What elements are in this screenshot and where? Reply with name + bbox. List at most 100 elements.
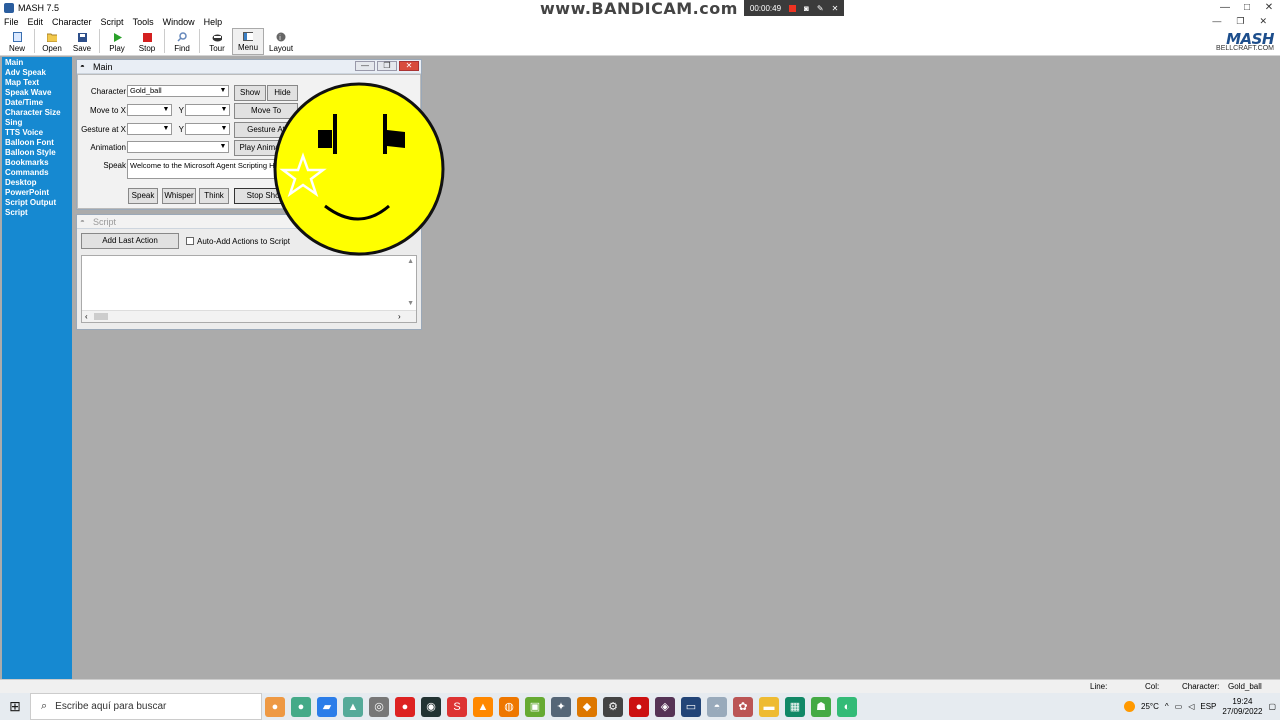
- scroll-right-icon[interactable]: ›: [398, 312, 401, 321]
- app-icon[interactable]: ◍: [499, 696, 519, 717]
- sidebar-item-commands[interactable]: Commands: [5, 168, 69, 178]
- scrollbar-thumb[interactable]: [94, 313, 108, 320]
- move-y-select[interactable]: ▼: [185, 104, 230, 116]
- sidebar-item-bookmarks[interactable]: Bookmarks: [5, 158, 69, 168]
- camera-icon[interactable]: ◙: [804, 4, 809, 13]
- mdi-minimize-button[interactable]: —: [1212, 16, 1221, 27]
- app-icon[interactable]: ◆: [577, 696, 597, 717]
- open-button[interactable]: Open: [37, 28, 67, 55]
- app-icon[interactable]: ▲: [343, 696, 363, 717]
- sidebar-item-date-time[interactable]: Date/Time: [5, 98, 69, 108]
- sidebar-item-map-text[interactable]: Map Text: [5, 78, 69, 88]
- new-button[interactable]: New: [2, 28, 32, 55]
- menu-window[interactable]: Window: [163, 17, 195, 27]
- weather-icon[interactable]: [1124, 701, 1136, 712]
- minimize-button[interactable]: —: [355, 61, 375, 71]
- whisper-button[interactable]: Whisper: [162, 188, 196, 204]
- sidebar-item-script[interactable]: Script: [5, 208, 69, 218]
- sidebar-item-main[interactable]: Main: [5, 58, 69, 68]
- sidebar-item-sing[interactable]: Sing: [5, 118, 69, 128]
- folder-icon[interactable]: ▬: [759, 696, 779, 717]
- find-button[interactable]: Find: [167, 28, 197, 55]
- windows-start-button[interactable]: ⊞: [0, 698, 30, 715]
- sidebar-item-script-output[interactable]: Script Output: [5, 198, 69, 208]
- pencil-icon[interactable]: ✎: [817, 4, 824, 13]
- minimize-button[interactable]: —: [1214, 0, 1236, 14]
- app-icon[interactable]: ✿: [733, 696, 753, 717]
- app-icon[interactable]: ▣: [525, 696, 545, 717]
- app-icon[interactable]: S: [447, 696, 467, 717]
- save-label: Save: [72, 44, 92, 53]
- show-button[interactable]: Show: [234, 85, 266, 101]
- menu-help[interactable]: Help: [204, 17, 223, 27]
- gesture-x-select[interactable]: ▼: [127, 123, 172, 135]
- menu-button[interactable]: Menu: [232, 28, 265, 55]
- scroll-up-icon[interactable]: ▲: [407, 258, 414, 265]
- scroll-left-icon[interactable]: ‹: [85, 312, 88, 321]
- app-icon[interactable]: ◐: [837, 696, 857, 717]
- save-button[interactable]: Save: [67, 28, 97, 55]
- app-icon[interactable]: ✦: [551, 696, 571, 717]
- sidebar-item-balloon-style[interactable]: Balloon Style: [5, 148, 69, 158]
- monitor-icon[interactable]: ▭: [681, 696, 701, 717]
- app-icon[interactable]: ▰: [317, 696, 337, 717]
- chrome-icon[interactable]: ●: [265, 696, 285, 717]
- close-button[interactable]: ✕: [399, 61, 419, 71]
- menu-file[interactable]: File: [4, 17, 19, 27]
- record-stop-icon[interactable]: [789, 4, 797, 12]
- sidebar-item-character-size[interactable]: Character Size: [5, 108, 69, 118]
- record-icon[interactable]: ●: [395, 696, 415, 717]
- volume-icon[interactable]: ◁: [1188, 702, 1194, 711]
- speak-button[interactable]: Speak: [128, 188, 158, 204]
- stop-button[interactable]: Stop: [132, 28, 162, 55]
- maximize-button[interactable]: □: [1236, 0, 1258, 14]
- menu-tools[interactable]: Tools: [133, 17, 154, 27]
- auto-add-checkbox[interactable]: [186, 237, 194, 245]
- move-x-select[interactable]: ▼: [127, 104, 172, 116]
- sidebar-item-tts-voice[interactable]: TTS Voice: [5, 128, 69, 138]
- menu-edit[interactable]: Edit: [28, 17, 44, 27]
- app-icon[interactable]: ▦: [785, 696, 805, 717]
- clock[interactable]: 19:24 27/09/2022: [1222, 697, 1262, 717]
- close-icon[interactable]: ✕: [832, 4, 839, 13]
- sidebar-item-powerpoint[interactable]: PowerPoint: [5, 188, 69, 198]
- app-icon[interactable]: ◎: [369, 696, 389, 717]
- menu-script[interactable]: Script: [101, 17, 124, 27]
- app-icon[interactable]: ◉: [421, 696, 441, 717]
- app-icon[interactable]: ●: [629, 696, 649, 717]
- agent-taskbar-icon[interactable]: ◓: [707, 696, 727, 717]
- app-icon[interactable]: ☗: [811, 696, 831, 717]
- mdi-close-button[interactable]: ✕: [1259, 16, 1267, 27]
- mdi-restore-button[interactable]: ❐: [1236, 16, 1244, 27]
- language-indicator[interactable]: ESP: [1200, 702, 1216, 711]
- sidebar-item-adv-speak[interactable]: Adv Speak: [5, 68, 69, 78]
- sidebar-item-balloon-font[interactable]: Balloon Font: [5, 138, 69, 148]
- tour-button[interactable]: Tour: [202, 28, 232, 55]
- restore-button[interactable]: ❐: [377, 61, 397, 71]
- chrome-alt-icon[interactable]: ●: [291, 696, 311, 717]
- temperature[interactable]: 25°C: [1141, 702, 1159, 711]
- tray-chevron-icon[interactable]: ^: [1165, 702, 1169, 711]
- think-button[interactable]: Think: [199, 188, 229, 204]
- app-icon[interactable]: ⚙: [603, 696, 623, 717]
- gold-ball-character[interactable]: [273, 82, 445, 256]
- menu-character[interactable]: Character: [52, 17, 92, 27]
- layout-button[interactable]: i Layout: [264, 28, 298, 55]
- sidebar-item-speak-wave[interactable]: Speak Wave: [5, 88, 69, 98]
- script-text-area[interactable]: ▲ ▼ ‹ ›: [81, 255, 417, 323]
- scroll-down-icon[interactable]: ▼: [407, 300, 414, 307]
- app-icon[interactable]: ◈: [655, 696, 675, 717]
- animation-select[interactable]: ▼: [127, 141, 229, 153]
- play-button[interactable]: Play: [102, 28, 132, 55]
- taskbar-search[interactable]: ⌕ Escribe aquí para buscar: [30, 693, 262, 720]
- add-last-action-button[interactable]: Add Last Action: [81, 233, 179, 249]
- character-select[interactable]: Gold_ball ▼: [127, 85, 229, 97]
- gesture-y-select[interactable]: ▼: [185, 123, 230, 135]
- network-icon[interactable]: ▭: [1175, 702, 1183, 711]
- horizontal-scrollbar[interactable]: ‹ ›: [82, 310, 416, 322]
- window-title: MASH 7.5: [18, 3, 60, 13]
- close-button[interactable]: ✕: [1258, 0, 1280, 14]
- vlc-icon[interactable]: ▲: [473, 696, 493, 717]
- notifications-icon[interactable]: ▢: [1268, 702, 1276, 711]
- sidebar-item-desktop[interactable]: Desktop: [5, 178, 69, 188]
